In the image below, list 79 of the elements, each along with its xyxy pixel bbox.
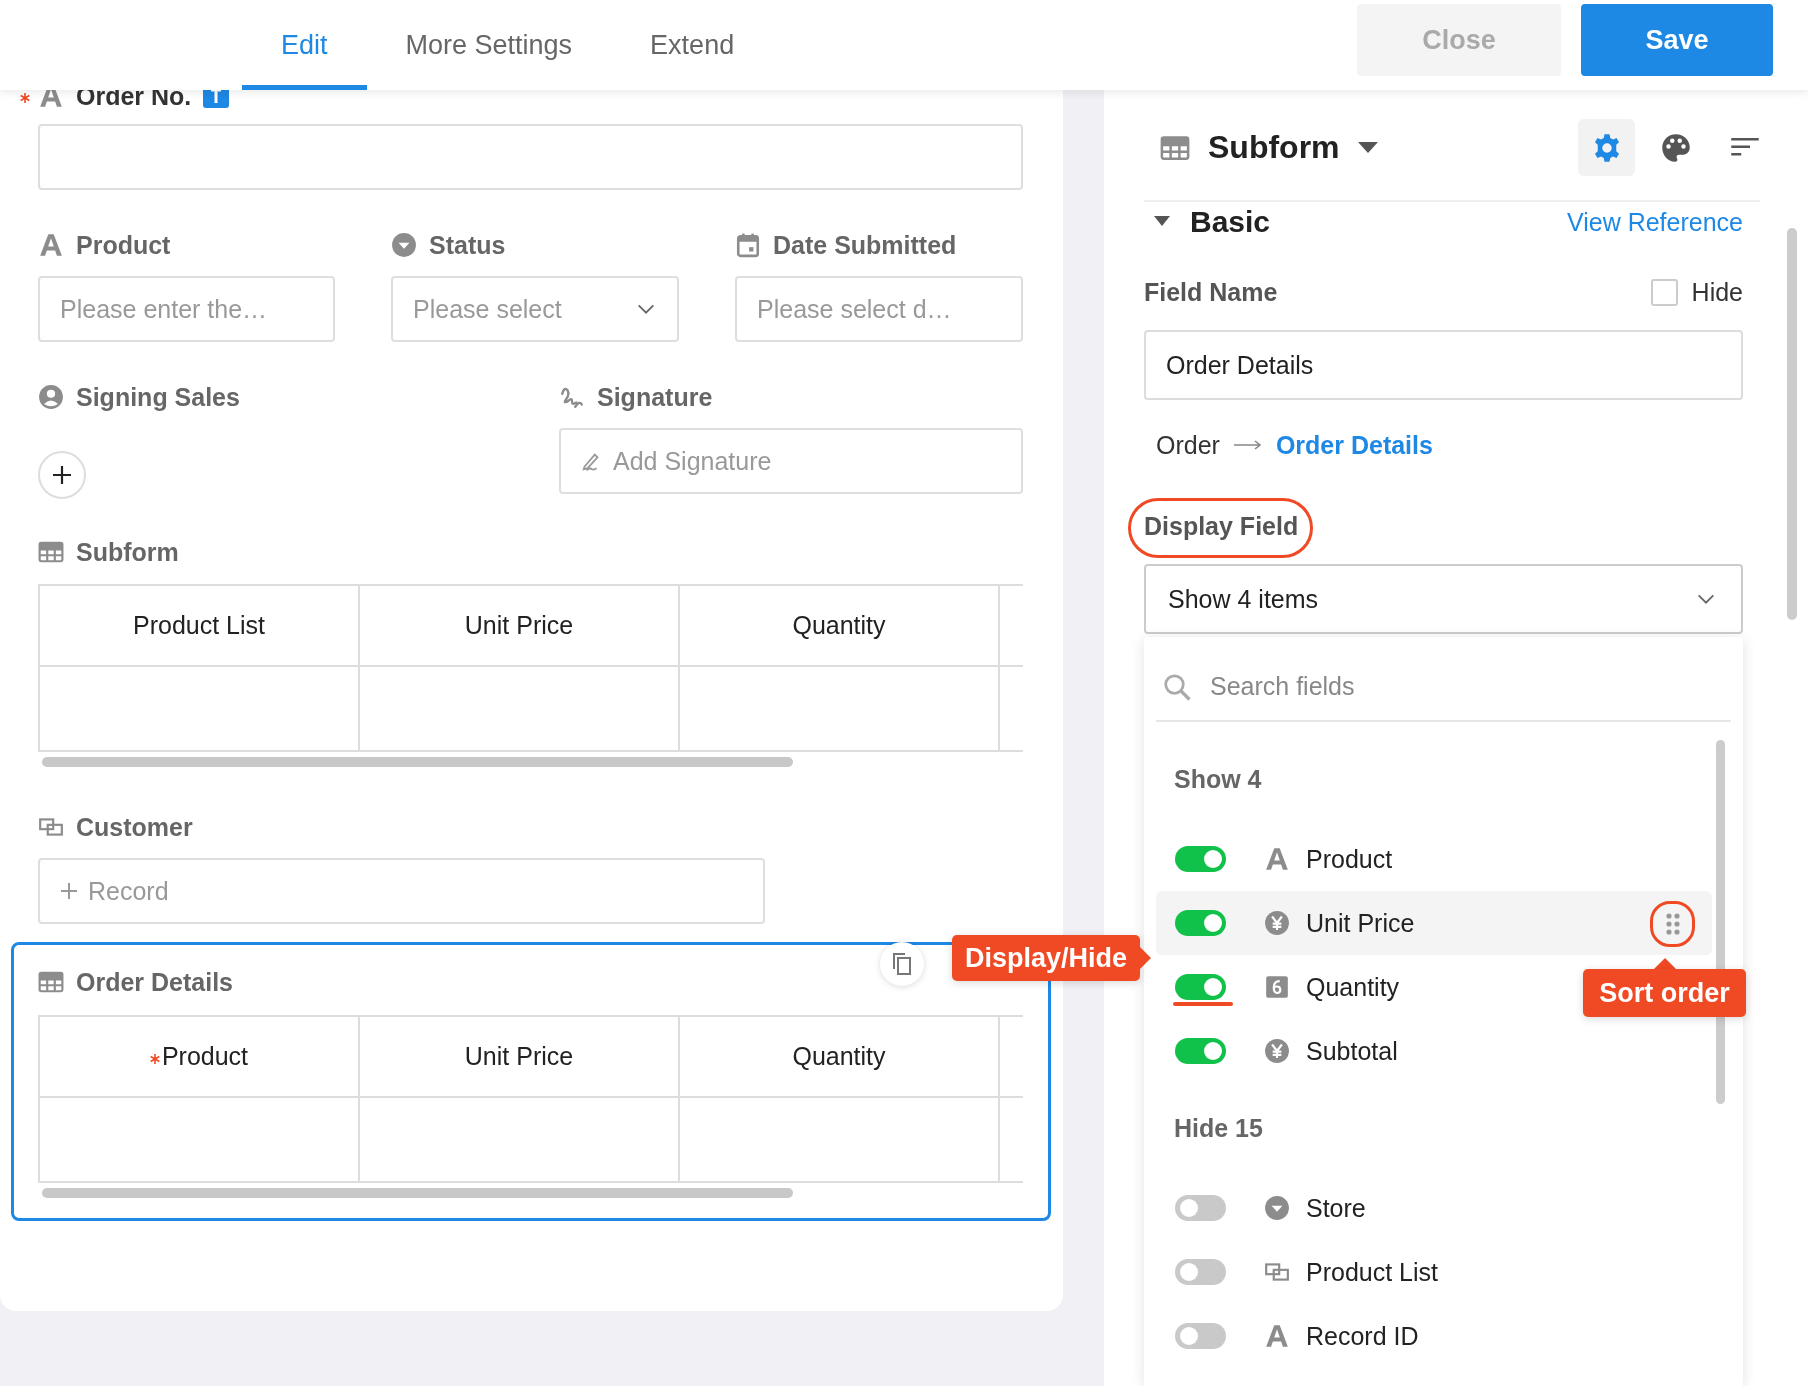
path-source: Order bbox=[1156, 430, 1220, 460]
display-field-select[interactable]: Show 4 items bbox=[1144, 564, 1743, 634]
column-header: Product bbox=[40, 1015, 360, 1098]
toggle-switch[interactable] bbox=[1175, 1259, 1226, 1285]
field-label: Display Field bbox=[1144, 511, 1299, 541]
field-item[interactable]: Subtotal bbox=[1156, 1019, 1712, 1083]
dropdown-type-icon bbox=[391, 232, 417, 258]
plus-icon bbox=[60, 882, 78, 900]
add-user-button[interactable] bbox=[38, 451, 86, 499]
arrow-right-icon bbox=[1233, 440, 1262, 450]
caret-icon[interactable] bbox=[1154, 216, 1170, 228]
copy-icon bbox=[890, 952, 914, 976]
number-type-icon bbox=[1264, 974, 1290, 1000]
caret-down-icon[interactable] bbox=[1357, 141, 1378, 154]
section-title: Basic bbox=[1190, 205, 1271, 239]
path-target-link[interactable]: Order Details bbox=[1275, 430, 1433, 460]
calendar-icon bbox=[735, 232, 761, 258]
toggle-switch[interactable] bbox=[1175, 1038, 1226, 1064]
field-label: Signature bbox=[597, 382, 713, 412]
field-label: Signing Sales bbox=[76, 382, 240, 412]
group-title: Show 4 bbox=[1173, 763, 1263, 795]
column-header: Quantity bbox=[680, 1015, 1000, 1098]
field-label: Order Details bbox=[76, 967, 233, 997]
text-type-icon bbox=[1264, 846, 1290, 872]
copy-button[interactable] bbox=[880, 942, 924, 986]
table-icon bbox=[38, 969, 64, 995]
table-icon bbox=[38, 539, 64, 565]
scrollbar[interactable] bbox=[42, 1188, 793, 1198]
field-label: Product bbox=[76, 230, 171, 260]
toggle-switch[interactable] bbox=[1175, 846, 1226, 872]
field-label: Date Submitted bbox=[773, 230, 957, 260]
field-label: Status bbox=[429, 230, 506, 260]
required-icon bbox=[20, 93, 30, 103]
save-button[interactable]: Save bbox=[1581, 4, 1773, 76]
field-label: Field Name bbox=[1144, 277, 1278, 307]
user-icon bbox=[38, 384, 64, 410]
field-item[interactable]: Product bbox=[1156, 827, 1712, 891]
drag-handle[interactable] bbox=[1650, 901, 1695, 947]
field-label: Customer bbox=[76, 812, 193, 842]
column-header: Unit Price bbox=[360, 584, 680, 667]
column-header: Quantity bbox=[680, 584, 1000, 667]
currency-icon bbox=[1264, 1038, 1290, 1064]
scrollbar[interactable] bbox=[1787, 228, 1797, 620]
dropdown-type-icon bbox=[1264, 1195, 1290, 1221]
tooltip-pointer-icon bbox=[1653, 958, 1676, 969]
toggle-switch[interactable] bbox=[1175, 1195, 1226, 1221]
column-header: Product List bbox=[40, 584, 360, 667]
hide-checkbox[interactable] bbox=[1650, 278, 1678, 306]
scrollbar[interactable] bbox=[42, 757, 793, 767]
field-label: Subform bbox=[76, 537, 179, 567]
field-item[interactable]: Store bbox=[1156, 1176, 1712, 1240]
field-name-input[interactable]: Order Details bbox=[1144, 330, 1743, 400]
column-header: Unit Price bbox=[360, 1015, 680, 1098]
view-reference-link[interactable]: View Reference bbox=[1566, 207, 1743, 237]
plus-icon bbox=[51, 464, 73, 486]
drag-dots-icon bbox=[1665, 913, 1680, 935]
group-title: Hide 15 bbox=[1173, 1112, 1264, 1144]
field-item[interactable]: Unit Price bbox=[1156, 891, 1712, 955]
currency-icon bbox=[1264, 910, 1290, 936]
search-field[interactable]: Search fields bbox=[1210, 672, 1355, 701]
toggle-switch[interactable] bbox=[1175, 974, 1226, 1000]
panel-title: Subform bbox=[1208, 129, 1340, 166]
text-type-icon bbox=[1264, 1323, 1290, 1349]
settings-tool-button[interactable] bbox=[1578, 119, 1635, 176]
field-item[interactable]: Record ID bbox=[1156, 1304, 1712, 1368]
order-number-input[interactable] bbox=[38, 124, 1023, 190]
text-type-icon bbox=[38, 232, 64, 258]
toggle-switch[interactable] bbox=[1175, 1323, 1226, 1349]
tab[interactable]: More Settings bbox=[366, 0, 612, 90]
field-item[interactable]: Product List bbox=[1156, 1240, 1712, 1304]
sort-order-tooltip: Sort order bbox=[1583, 969, 1746, 1017]
display-hide-tooltip: Display/Hide bbox=[952, 935, 1140, 981]
tab[interactable]: Extend bbox=[611, 0, 774, 90]
palette-icon bbox=[1660, 132, 1691, 163]
tooltip-pointer-icon bbox=[1140, 947, 1151, 969]
toggle-switch[interactable] bbox=[1175, 910, 1226, 936]
checkbox-label: Hide bbox=[1691, 277, 1743, 307]
required-icon bbox=[149, 1053, 160, 1064]
search-icon bbox=[1162, 671, 1192, 702]
